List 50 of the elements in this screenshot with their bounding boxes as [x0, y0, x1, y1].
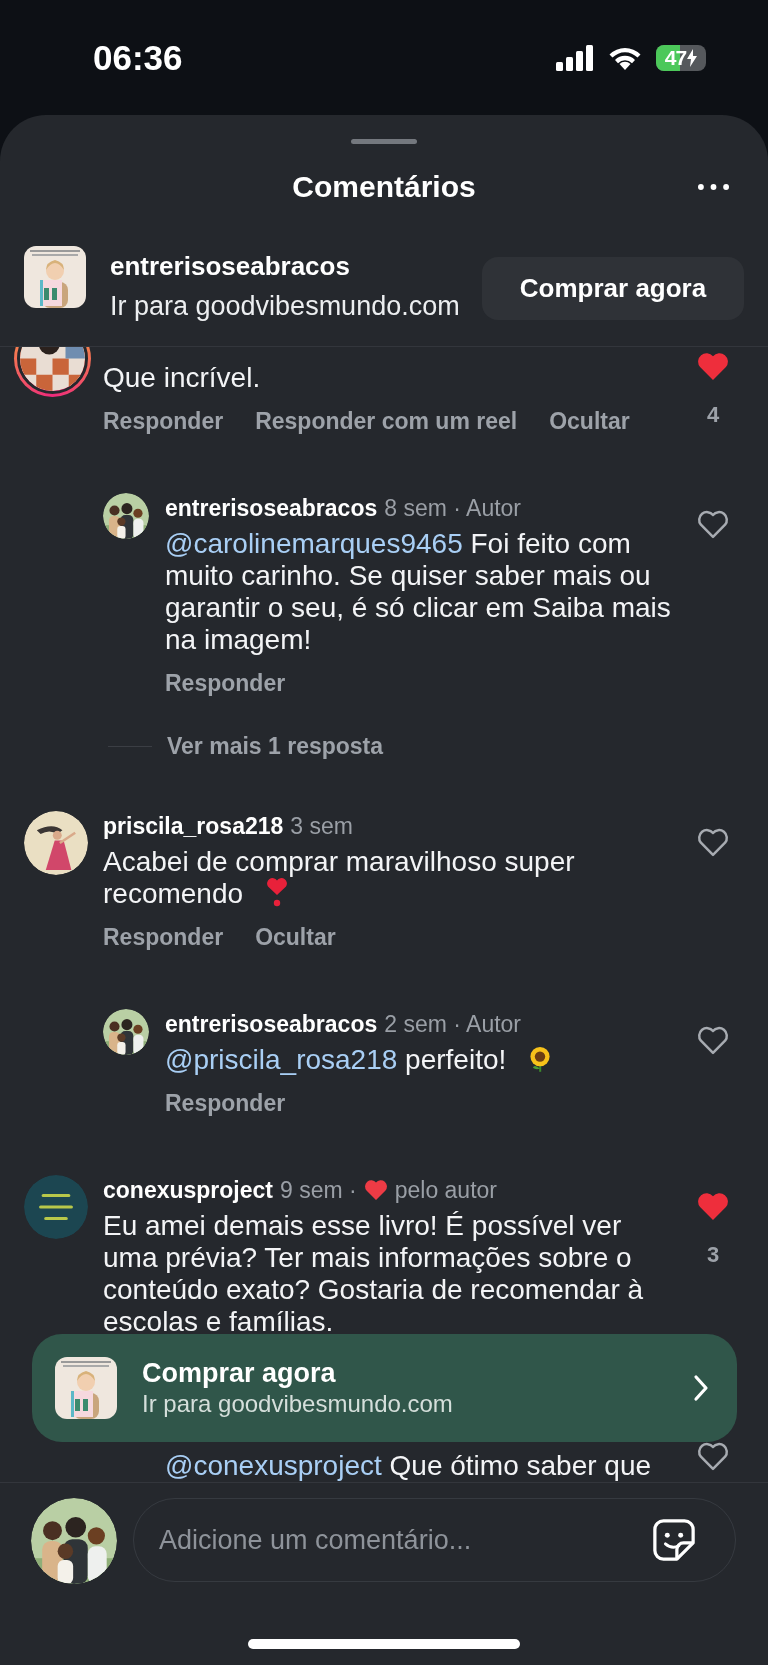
- heart-icon[interactable]: [696, 827, 730, 858]
- action-link[interactable]: Responder: [103, 922, 224, 952]
- username[interactable]: conexusproject: [103, 1176, 273, 1204]
- buy-now-button[interactable]: Comprar agora: [482, 257, 744, 320]
- mention-link[interactable]: @priscila_rosa218: [165, 1044, 398, 1075]
- heart-icon[interactable]: [696, 1441, 730, 1472]
- comment-text: @conexusproject Que ótimo saber que: [165, 1450, 653, 1482]
- heart-icon[interactable]: [696, 509, 730, 540]
- drag-handle[interactable]: [351, 139, 417, 144]
- banner-title: Comprar agora: [142, 1357, 337, 1389]
- comment-meta: 8 sem · Autor: [384, 494, 521, 522]
- banner-link: Ir para goodvibesmundo.com: [142, 1389, 453, 1419]
- username[interactable]: priscila_rosa218: [103, 812, 284, 840]
- sheet-title: Comentários: [292, 170, 476, 204]
- username[interactable]: entrerisoseabracos: [165, 494, 378, 522]
- comment-meta: 3 sem: [290, 812, 353, 840]
- action-link[interactable]: Responder: [165, 1088, 286, 1118]
- comment-field[interactable]: Adicione um comentário...: [133, 1498, 736, 1582]
- shop-banner[interactable]: Comprar agora Ir para goodvibesmundo.com: [32, 1334, 737, 1442]
- sticker-icon[interactable]: [652, 1518, 696, 1562]
- comment-text: Acabei de comprar maravilhoso super recomendo: [103, 846, 576, 910]
- liked-by-author-label: pelo autor: [394, 1176, 497, 1204]
- action-link[interactable]: Ocultar: [549, 406, 630, 436]
- action-link[interactable]: Responder: [165, 668, 286, 698]
- avatar[interactable]: [103, 493, 149, 539]
- action-link[interactable]: Responder: [103, 406, 224, 436]
- like-count: 4: [706, 402, 720, 428]
- comment-text: Que incrível.: [103, 362, 262, 394]
- username[interactable]: entrerisoseabracos: [165, 1010, 378, 1038]
- mention-link[interactable]: @conexusproject: [165, 1450, 382, 1481]
- action-link[interactable]: Responder com um reel: [255, 406, 518, 436]
- account-name[interactable]: entrerisoseabracos: [110, 250, 460, 282]
- heart-icon[interactable]: [696, 1025, 730, 1056]
- wifi-icon: [608, 45, 642, 70]
- like-count: 3: [706, 1242, 720, 1268]
- comment-meta: 2 sem · Autor: [384, 1010, 521, 1038]
- avatar[interactable]: [103, 1009, 149, 1055]
- action-link[interactable]: Ocultar: [255, 922, 336, 952]
- chevron-right-icon: [693, 1374, 709, 1402]
- heart-icon[interactable]: [696, 1191, 730, 1222]
- more-replies-link[interactable]: Ver mais 1 resposta: [167, 732, 384, 760]
- status-time: 06:36: [93, 37, 183, 78]
- comment-meta: 9 sem ·: [280, 1176, 357, 1204]
- more-options-icon[interactable]: [698, 184, 729, 190]
- shop-link[interactable]: Ir para goodvibesmundo.com: [110, 290, 460, 322]
- comment-text: @priscila_rosa218 perfeito!: [165, 1044, 682, 1076]
- comment-text: @carolinemarques9465 Foi feito com muito carinho. Se quiser saber mais ou garantir o seu, é só clicar em Saiba mais na imagem!: [165, 528, 672, 656]
- signal-icon: [556, 44, 594, 71]
- heart-icon[interactable]: [696, 351, 730, 382]
- mention-link[interactable]: @carolinemarques9465: [165, 528, 463, 559]
